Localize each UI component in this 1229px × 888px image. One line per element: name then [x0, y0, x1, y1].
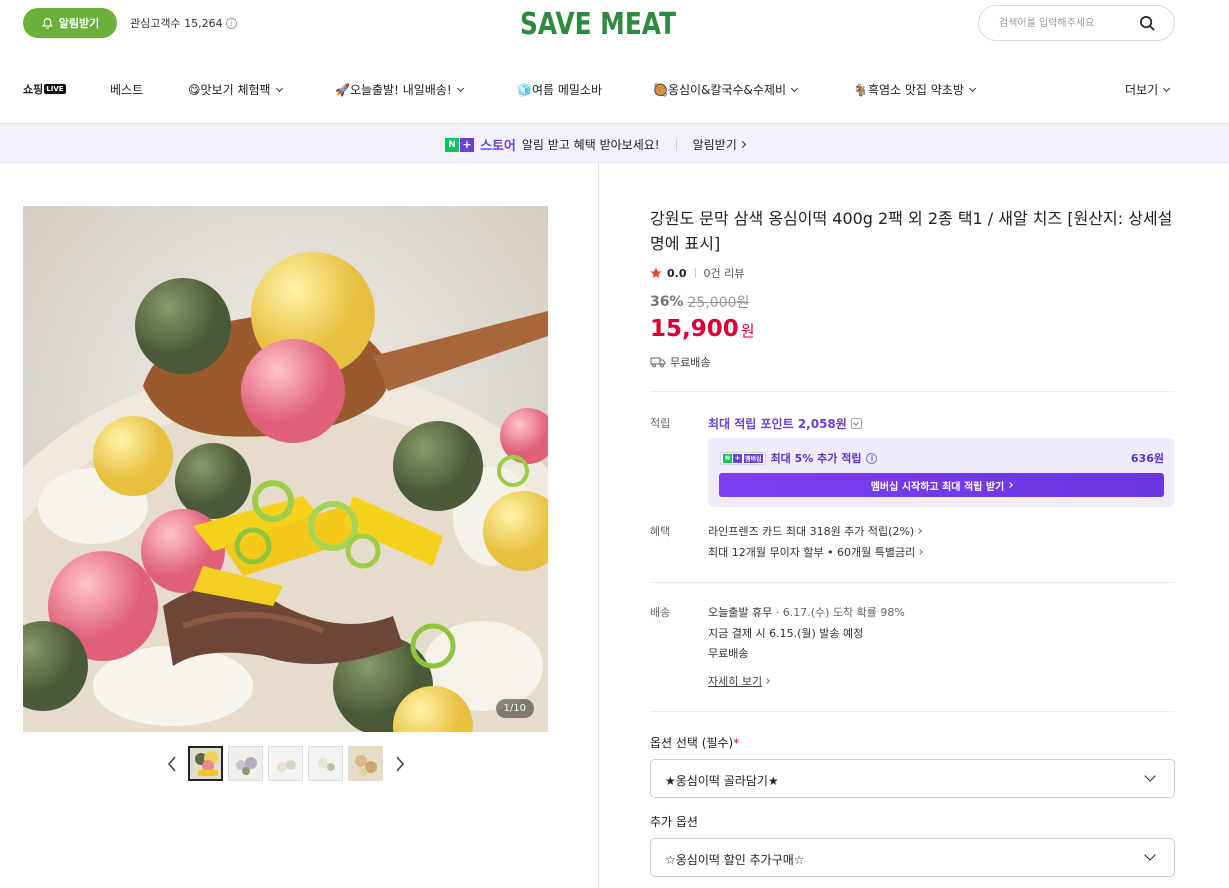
image-counter: 1/10	[495, 699, 534, 718]
chevron-down-icon	[1144, 849, 1156, 861]
info-icon[interactable]: i	[866, 452, 878, 464]
chevron-down-icon	[275, 84, 283, 92]
chevron-down-icon	[850, 418, 862, 429]
membership-points-value: 636원	[1130, 452, 1164, 465]
star-icon	[650, 267, 662, 278]
rice-cake-soup-image	[23, 206, 548, 732]
card-benefit-link[interactable]: 라인프렌즈 카드 최대 318원 추가 적립(2%)	[708, 523, 923, 539]
thumbnail[interactable]	[228, 746, 263, 781]
search-box[interactable]	[978, 5, 1175, 41]
nav-item-more[interactable]: 더보기	[1125, 81, 1171, 98]
max-points-toggle[interactable]: 최대 적립 포인트 2,058원	[708, 415, 862, 432]
chevron-right-icon[interactable]	[394, 755, 406, 773]
rating-summary: 0.0 0건 리뷰	[650, 265, 744, 281]
membership-start-button[interactable]: 멤버십 시작하고 최대 적립 받기	[719, 473, 1164, 497]
thumbnail[interactable]	[308, 746, 343, 781]
discount-percent: 36%	[650, 294, 684, 310]
delivery-fee: 무료배송	[708, 647, 749, 660]
installment-benefit-link[interactable]: 최대 12개월 무이자 할부 • 60개월 특별금리	[708, 544, 924, 560]
bell-plus-icon	[42, 17, 53, 29]
store-logo[interactable]: SAVE MEAT	[520, 2, 680, 42]
thumbnail[interactable]	[348, 746, 383, 781]
svg-text:SAVE MEAT: SAVE MEAT	[520, 7, 676, 42]
product-main-image[interactable]: 1/10	[23, 206, 548, 732]
store-notify-banner: N + 스토어 알림 받고 혜택 받아보세요! 알림받기	[0, 124, 1229, 163]
naver-plus-store-icon: N +	[445, 137, 474, 152]
points-label: 적립	[650, 417, 671, 430]
original-price: 25,000원	[687, 295, 750, 311]
search-icon[interactable]	[1139, 15, 1156, 32]
thumbnail-strip	[188, 746, 383, 781]
extra-option-select[interactable]: ☆옹심이떡 할인 추가구매☆	[650, 838, 1175, 877]
chevron-right-icon	[764, 678, 770, 684]
divider	[694, 268, 696, 278]
column-divider	[598, 163, 599, 888]
chevron-right-icon	[738, 140, 746, 149]
nav-item-soba[interactable]: 🧊여름 메밀소바	[517, 81, 602, 98]
notify-button[interactable]: 알림받기	[23, 8, 117, 38]
chevron-down-icon	[1163, 84, 1171, 92]
followers-count: 관심고객수 15,264 i	[130, 15, 237, 31]
benefits-label: 혜택	[650, 525, 671, 538]
banner-notify-link[interactable]: 알림받기	[693, 136, 746, 153]
review-count-link[interactable]: 0건 리뷰	[704, 265, 745, 281]
divider	[675, 138, 677, 151]
info-icon[interactable]: i	[225, 17, 237, 29]
banner-message: 알림 받고 혜택 받아보세요!	[521, 138, 660, 152]
naver-membership-badge: N + 멤버십	[720, 451, 766, 465]
chevron-right-icon	[1007, 482, 1014, 488]
truck-icon	[650, 357, 666, 368]
shipping-free: 무료배송	[650, 354, 710, 370]
nav-item-ongsimi[interactable]: 🥘옹심이&칼국수&수제비	[653, 81, 799, 98]
chevron-down-icon	[790, 84, 799, 92]
thumbnail[interactable]	[188, 746, 223, 781]
sale-price: 15,900 원	[650, 316, 755, 342]
chevron-down-icon	[456, 84, 464, 92]
discount-row: 36% 25,000원	[650, 292, 749, 312]
membership-extra-points: 최대 5% 추가 적립	[770, 452, 862, 465]
store-label: 스토어	[480, 139, 516, 154]
chevron-down-icon	[1144, 770, 1156, 782]
required-option-label: 옵션 선택 (필수)*	[650, 736, 740, 750]
store-header: 알림받기 관심고객수 15,264 i SAVE MEAT 쇼핑 LIVE 베스…	[0, 0, 1229, 124]
nav-item-trial-pack[interactable]: 😋맛보기 체험팩	[188, 81, 283, 98]
notify-label: 알림받기	[58, 17, 100, 30]
divider	[650, 582, 1175, 583]
nav-item-shopping-live[interactable]: 쇼핑 LIVE	[23, 81, 66, 97]
chevron-down-icon	[968, 84, 976, 92]
rating-score: 0.0	[667, 266, 687, 280]
category-nav: 쇼핑 LIVE 베스트 😋맛보기 체험팩 🚀오늘출발! 내일배송! 🧊여름 메밀…	[0, 78, 1229, 102]
nav-item-best[interactable]: 베스트	[110, 81, 143, 98]
required-option-select[interactable]: ★옹심이떡 골라담기★	[650, 759, 1175, 798]
divider	[650, 391, 1175, 392]
nav-item-goat[interactable]: 🐐흑염소 맛집 약초방	[853, 81, 976, 98]
divider	[650, 711, 1175, 712]
delivery-status: 오늘출발 휴무 · 6.17.(수) 도착 확률 98%	[708, 606, 905, 619]
delivery-label: 배송	[650, 606, 671, 619]
chevron-right-icon	[916, 528, 923, 534]
thumbnail[interactable]	[268, 746, 303, 781]
nav-item-today-ship[interactable]: 🚀오늘출발! 내일배송!	[335, 81, 464, 98]
delivery-detail-link[interactable]: 자세히 보기	[708, 673, 770, 689]
chevron-right-icon	[917, 549, 924, 555]
membership-box: N + 멤버십 최대 5% 추가 적립 i 636원 멤버십 시작하고 최대 적립 …	[708, 438, 1174, 507]
delivery-dispatch: 지금 결제 시 6.15.(월) 발송 예정	[708, 627, 864, 640]
product-title: 강원도 문막 삼색 옹심이떡 400g 2팩 외 2종 택1 / 새알 치즈 […	[650, 209, 1173, 253]
chevron-left-icon[interactable]	[166, 755, 178, 773]
search-input[interactable]	[999, 14, 1139, 32]
extra-option-label: 추가 옵션	[650, 815, 698, 829]
